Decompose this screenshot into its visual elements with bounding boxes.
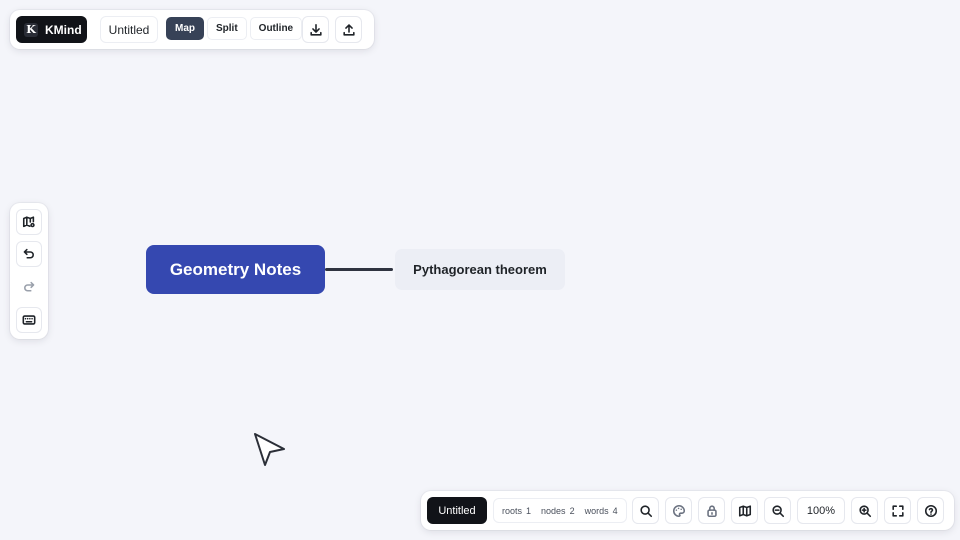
theme-button[interactable] [665,497,692,524]
theme-icon [672,504,685,517]
undo-button[interactable] [16,241,42,267]
help-icon [924,504,937,517]
view-outline-button[interactable]: Outline [249,17,303,40]
help-button[interactable] [917,497,944,524]
document-stats: roots 1 nodes 2 words 4 [493,498,627,523]
root-node[interactable]: Geometry Notes [146,245,325,294]
lock-icon [706,504,717,517]
brand-name: KMind [45,22,82,37]
fullscreen-button[interactable] [884,497,911,524]
redo-button[interactable] [16,274,42,300]
brand-mark-icon: K [24,22,38,37]
keyboard-shortcuts-button[interactable] [16,307,42,333]
undo-icon [23,248,34,259]
child-node[interactable]: Pythagorean theorem [395,249,565,290]
app-logo-button[interactable]: K KMind [16,16,87,43]
top-toolbar: K KMind Untitled Map Split Outline [10,10,374,49]
map-settings-icon [22,216,35,228]
lock-button[interactable] [698,497,725,524]
minimap-icon [738,504,751,517]
document-title-field[interactable]: Untitled [100,16,158,43]
map-settings-button[interactable] [16,209,42,235]
zoom-out-icon [771,504,784,517]
upload-button[interactable] [335,16,362,43]
stat-nodes: nodes 2 [541,505,575,516]
upload-icon [342,23,355,36]
download-button[interactable] [302,16,329,43]
document-title-button[interactable]: Untitled [427,497,487,524]
keyboard-icon [22,315,36,325]
view-map-button[interactable]: Map [166,17,204,40]
pointer-cursor-icon [254,433,285,466]
view-mode-switch: Map Split Outline [166,17,303,42]
left-toolbar [10,203,48,339]
connector-line [325,268,393,271]
minimap-button[interactable] [731,497,758,524]
bottom-toolbar: Untitled roots 1 nodes 2 words 4 100% [421,491,954,530]
download-icon [309,23,322,36]
redo-icon [24,281,35,292]
zoom-out-button[interactable] [764,497,791,524]
stat-roots: roots 1 [502,505,532,516]
search-icon [639,504,652,517]
stat-words: words 4 [584,505,618,516]
search-button[interactable] [632,497,659,524]
fullscreen-icon [891,504,904,517]
zoom-in-button[interactable] [851,497,878,524]
view-split-button[interactable]: Split [207,17,247,40]
zoom-in-icon [858,504,871,517]
zoom-level-display[interactable]: 100% [797,497,845,524]
